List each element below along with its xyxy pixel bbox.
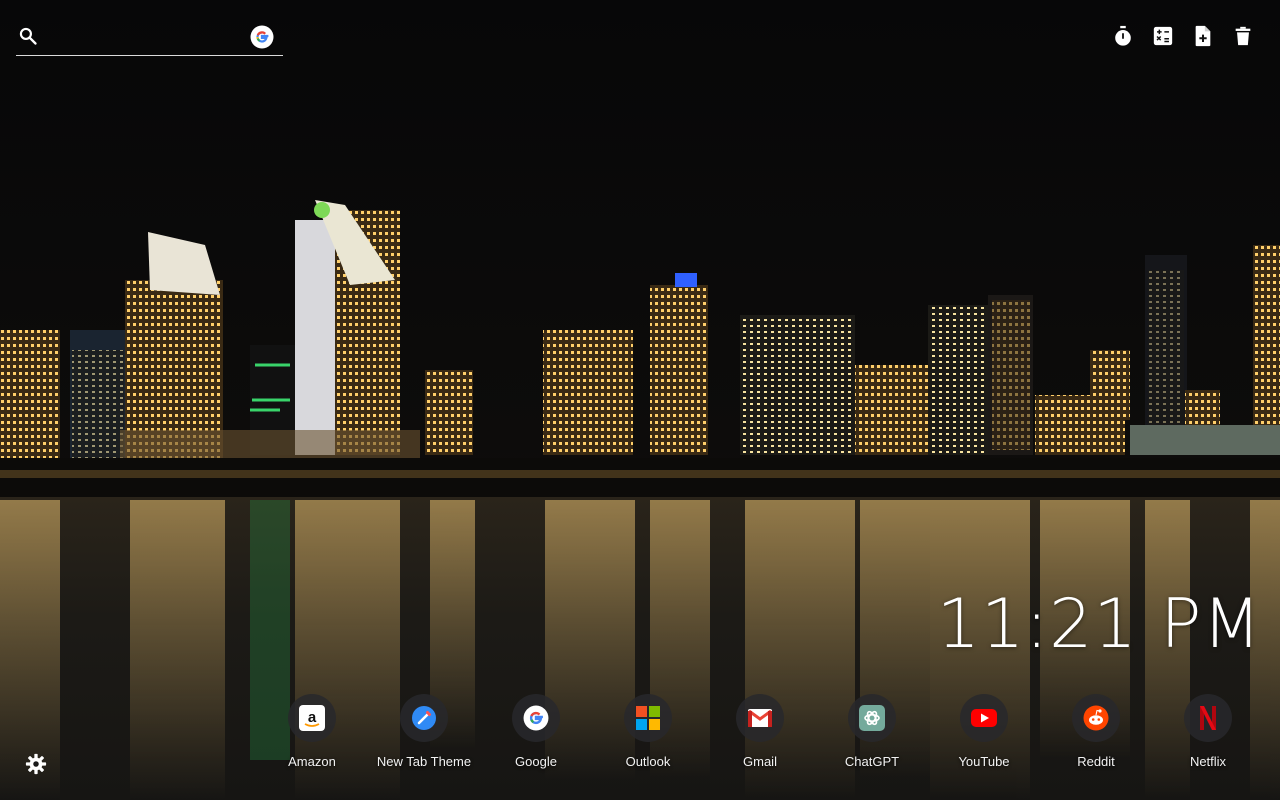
shortcut-label: Reddit bbox=[1077, 754, 1115, 769]
toolbar bbox=[1112, 24, 1254, 48]
shortcut-label: Google bbox=[515, 754, 557, 769]
shortcut-gmail[interactable]: Gmail bbox=[704, 694, 816, 769]
youtube-icon bbox=[971, 709, 997, 727]
shortcut-label: YouTube bbox=[958, 754, 1010, 769]
shortcut-netflix[interactable]: Netflix bbox=[1152, 694, 1264, 769]
shortcut-label: Amazon bbox=[288, 754, 336, 769]
svg-text:a: a bbox=[308, 709, 317, 726]
shortcut-label: ChatGPT bbox=[844, 754, 900, 769]
google-icon bbox=[523, 705, 549, 731]
calculator-icon[interactable] bbox=[1152, 24, 1174, 48]
google-g-icon[interactable] bbox=[250, 25, 274, 49]
shortcut-label: Outlook bbox=[625, 754, 671, 769]
shortcut-label: Gmail bbox=[743, 754, 777, 769]
search-icon bbox=[19, 27, 37, 45]
search-input[interactable] bbox=[50, 24, 244, 52]
shortcut-amazon[interactable]: a Amazon bbox=[256, 694, 368, 769]
netflix-icon bbox=[1200, 706, 1216, 730]
trash-icon[interactable] bbox=[1232, 24, 1254, 48]
gmail-icon bbox=[748, 709, 772, 727]
gear-icon[interactable] bbox=[25, 753, 47, 775]
amazon-icon: a bbox=[299, 705, 325, 731]
shortcut-label: Netflix bbox=[1189, 754, 1227, 769]
shortcut-dock: a Amazon New Tab Theme Google Outlook Gm… bbox=[256, 694, 1264, 769]
shortcut-chatgpt[interactable]: ChatGPT bbox=[816, 694, 928, 769]
shortcut-new-tab-theme[interactable]: New Tab Theme bbox=[368, 694, 480, 769]
shortcut-reddit[interactable]: Reddit bbox=[1040, 694, 1152, 769]
new-tab-theme-icon bbox=[412, 706, 436, 730]
shortcut-outlook[interactable]: Outlook bbox=[592, 694, 704, 769]
shortcut-youtube[interactable]: YouTube bbox=[928, 694, 1040, 769]
search-bar[interactable] bbox=[16, 22, 283, 56]
clock-time: 11:21 PM bbox=[936, 585, 1262, 664]
outlook-icon bbox=[636, 706, 660, 730]
shortcut-label: New Tab Theme bbox=[376, 754, 472, 769]
add-note-icon[interactable] bbox=[1192, 24, 1214, 48]
background-wallpaper bbox=[0, 0, 1280, 800]
reddit-icon bbox=[1083, 705, 1109, 731]
stopwatch-icon[interactable] bbox=[1112, 24, 1134, 48]
shortcut-google[interactable]: Google bbox=[480, 694, 592, 769]
chatgpt-icon bbox=[859, 705, 885, 731]
